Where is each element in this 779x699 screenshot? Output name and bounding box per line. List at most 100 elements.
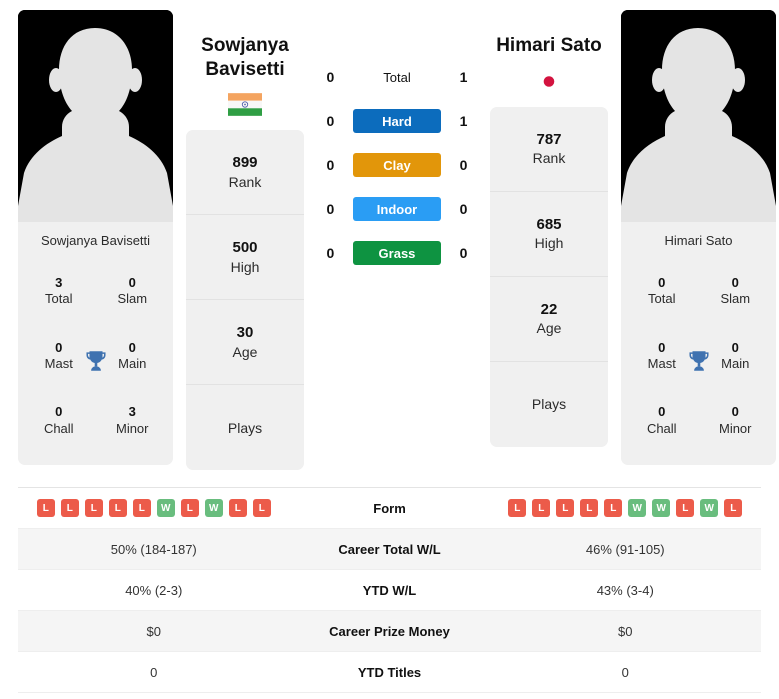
table-row-form: LLLLLWLWLL Form LLLLLWWLWL xyxy=(18,488,761,529)
right-plays-cell: Plays xyxy=(490,362,608,447)
form-badge-l: L xyxy=(108,499,127,517)
table-row-career-prize-money: $0 Career Prize Money $0 xyxy=(18,611,761,652)
right-form-strip: LLLLLWWLWL xyxy=(490,499,762,517)
right-rank-label: Rank xyxy=(532,150,566,167)
ytd-titles-label: YTD Titles xyxy=(357,664,422,680)
left-title-chall-value: 0 xyxy=(55,404,63,420)
right-high-cell: 685 High xyxy=(490,192,608,277)
left-player-name: Sowjanya Bavisetti xyxy=(180,34,310,81)
right-high-label: High xyxy=(534,235,564,252)
right-plays-label: Plays xyxy=(531,395,567,412)
trophy-icon xyxy=(83,348,109,374)
form-badge-w: W xyxy=(156,499,175,517)
right-title-minor: 0 Minor xyxy=(699,388,773,453)
left-player-card[interactable]: Sowjanya Bavisetti 3 Total 0 Slam 0 Mast xyxy=(18,10,173,465)
right-high-value: 685 xyxy=(536,215,562,233)
left-plays-cell: Plays xyxy=(186,385,304,470)
form-badge-l: L xyxy=(180,499,199,517)
left-title-mast-value: 0 xyxy=(55,339,63,355)
h2h-row-indoor: 0 Indoor 0 xyxy=(317,197,477,221)
h2h-clay-label[interactable]: Clay xyxy=(352,153,442,177)
right-rank-card: 787 Rank 685 High 22 Age Plays xyxy=(490,106,608,447)
right-player-column: Himari Sato 0 Total 0 Slam 0 Mast 0 Main… xyxy=(621,10,776,465)
left-plays-label: Plays xyxy=(227,419,263,436)
right-player-card[interactable]: Himari Sato 0 Total 0 Slam 0 Mast 0 Main… xyxy=(621,10,776,465)
right-rank-cell: 787 Rank xyxy=(490,107,608,192)
h2h-indoor-right-score: 0 xyxy=(459,201,468,217)
left-title-mast-label: Mast xyxy=(44,355,73,371)
left-title-main-label: Main xyxy=(118,355,147,371)
career-total-wl-label: Career Total W/L xyxy=(338,541,441,557)
h2h-row-total: 0 Total 1 xyxy=(317,65,477,89)
form-badge-l: L xyxy=(604,499,623,517)
head-to-head-column: 0 Total 1 0 Hard 1 0 Clay 0 0 Indoor 0 0 xyxy=(317,10,477,265)
right-title-total: 0 Total xyxy=(625,259,699,324)
right-title-mast-value: 0 xyxy=(658,339,666,355)
table-row-ytd-titles: 0 YTD Titles 0 xyxy=(18,652,761,693)
left-form-strip: LLLLLWLWLL xyxy=(18,499,290,517)
right-player-avatar xyxy=(621,10,776,222)
left-player-name-line1: Sowjanya xyxy=(201,35,289,56)
left-rank-label: Rank xyxy=(228,173,262,190)
left-title-total: 3 Total xyxy=(22,259,96,324)
india-flag-icon xyxy=(228,93,262,116)
left-title-slam-value: 0 xyxy=(128,274,136,290)
h2h-hard-label[interactable]: Hard xyxy=(352,109,442,133)
right-titles-grid: 0 Total 0 Slam 0 Mast 0 Main 0 Chall 0 M… xyxy=(621,257,776,465)
left-title-chall-label: Chall xyxy=(43,420,74,436)
h2h-total-left-score: 0 xyxy=(326,69,335,85)
left-title-minor: 3 Minor xyxy=(96,388,170,453)
left-rank-value: 899 xyxy=(232,154,258,172)
form-badge-l: L xyxy=(84,499,103,517)
h2h-row-hard: 0 Hard 1 xyxy=(317,109,477,133)
form-badge-l: L xyxy=(580,499,599,517)
right-title-minor-label: Minor xyxy=(718,420,752,436)
h2h-clay-left-score: 0 xyxy=(326,157,335,173)
comparison-stats-table: LLLLLWLWLL Form LLLLLWWLWL 50% (184-187)… xyxy=(18,487,761,693)
right-title-chall-label: Chall xyxy=(646,420,677,436)
form-badge-w: W xyxy=(628,499,647,517)
form-badge-l: L xyxy=(252,499,271,517)
right-player-card-name: Himari Sato xyxy=(664,233,733,248)
h2h-grass-label[interactable]: Grass xyxy=(352,241,442,265)
right-title-chall: 0 Chall xyxy=(625,388,699,453)
form-badge-l: L xyxy=(724,499,743,517)
right-form-cell: LLLLLWWLWL xyxy=(490,499,762,517)
right-ytd-wl: 43% (3-4) xyxy=(596,582,654,598)
left-title-total-label: Total xyxy=(45,290,73,306)
h2h-total-label: Total xyxy=(383,69,411,85)
ytd-wl-label: YTD W/L xyxy=(362,582,417,598)
right-stats-column: Himari Sato 787 Rank 685 High 22 Age Pla… xyxy=(489,10,609,447)
japan-flag-icon xyxy=(532,69,566,93)
right-age-label: Age xyxy=(536,320,562,337)
h2h-row-grass: 0 Grass 0 xyxy=(317,241,477,265)
left-title-chall: 0 Chall xyxy=(22,388,96,453)
form-badge-l: L xyxy=(228,499,247,517)
right-title-slam-label: Slam xyxy=(720,290,751,306)
player-comparison-page: Sowjanya Bavisetti 3 Total 0 Slam 0 Mast xyxy=(0,0,779,699)
form-badge-l: L xyxy=(556,499,575,517)
left-age-value: 30 xyxy=(236,324,254,342)
left-player-column: Sowjanya Bavisetti 3 Total 0 Slam 0 Mast xyxy=(18,10,173,465)
left-title-minor-label: Minor xyxy=(115,420,149,436)
form-badge-l: L xyxy=(676,499,695,517)
right-title-mast-label: Mast xyxy=(647,355,676,371)
h2h-hard-right-score: 1 xyxy=(459,113,468,129)
left-title-total-value: 3 xyxy=(55,274,63,290)
left-title-minor-value: 3 xyxy=(128,404,136,420)
h2h-clay-right-score: 0 xyxy=(459,157,468,173)
left-rank-card: 899 Rank 500 High 30 Age Plays xyxy=(186,130,304,471)
h2h-indoor-label[interactable]: Indoor xyxy=(352,197,442,221)
left-ytd-wl: 40% (2-3) xyxy=(125,582,183,598)
comparison-top-area: Sowjanya Bavisetti 3 Total 0 Slam 0 Mast xyxy=(0,0,779,471)
right-title-main-label: Main xyxy=(721,355,750,371)
left-ytd-titles: 0 xyxy=(150,664,158,680)
right-title-total-value: 0 xyxy=(658,274,666,290)
left-title-main-value: 0 xyxy=(128,339,136,355)
table-row-ytd-wl: 40% (2-3) YTD W/L 43% (3-4) xyxy=(18,570,761,611)
table-row-career-total-wl: 50% (184-187) Career Total W/L 46% (91-1… xyxy=(18,529,761,570)
left-stats-column: Sowjanya Bavisetti 899 Rank 500 High 30 … xyxy=(185,10,305,471)
left-player-card-name: Sowjanya Bavisetti xyxy=(40,233,151,248)
form-badge-l: L xyxy=(60,499,79,517)
right-title-minor-value: 0 xyxy=(731,404,739,420)
